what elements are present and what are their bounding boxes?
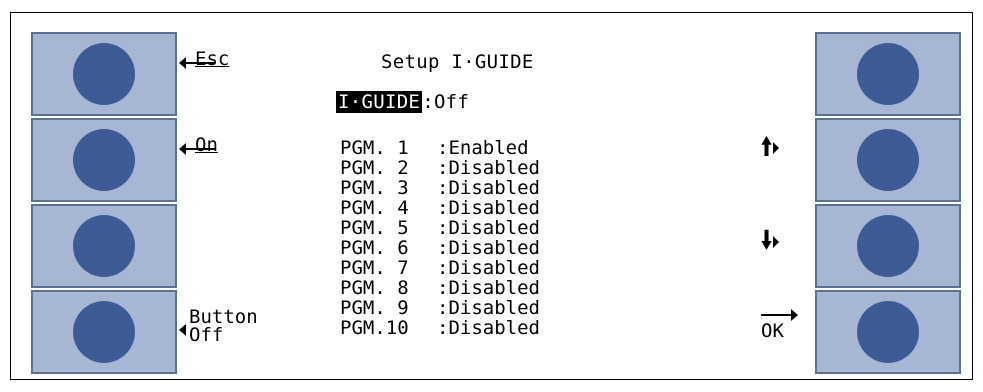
list-item: PGM.10:Disabled [340, 317, 540, 339]
softkey-dot [73, 301, 135, 363]
list-item: PGM. 9:Disabled [340, 297, 540, 319]
right-softkey-column [815, 32, 961, 374]
list-item: PGM. 1:Enabled [340, 137, 529, 159]
ok-label[interactable]: OK [761, 322, 784, 341]
down-arrow-icon[interactable]: 🠛 [760, 228, 780, 254]
softkey-right-3[interactable] [815, 204, 961, 288]
list-item: PGM. 7:Disabled [340, 257, 540, 279]
softkey-right-4[interactable] [815, 290, 961, 374]
list-item: PGM. 4:Disabled [340, 197, 540, 219]
softkey-dot [857, 43, 919, 105]
softkey-dot [857, 301, 919, 363]
i-guide-label: I·GUIDE [336, 91, 423, 113]
page-title: Setup I·GUIDE [381, 51, 534, 73]
button-off-label[interactable]: Button Off [189, 308, 258, 345]
right-pointer-icon [773, 235, 780, 248]
list-item: PGM. 5:Disabled [340, 217, 540, 239]
status-value: Off [433, 91, 470, 113]
up-arrow-icon[interactable]: 🠙 [760, 134, 780, 160]
list-item: PGM. 3:Disabled [340, 177, 540, 199]
ok-overline [761, 314, 791, 316]
status-separator: : [422, 91, 434, 113]
softkey-left-2[interactable] [31, 118, 177, 202]
softkey-left-3[interactable] [31, 204, 177, 288]
softkey-left-4[interactable] [31, 290, 177, 374]
left-arrow-icon [179, 324, 186, 336]
softkey-dot [857, 215, 919, 277]
list-item: PGM. 6:Disabled [340, 237, 540, 259]
lcd-screen: Esc Setup I·GUIDE I·GUIDE:Off On Button … [177, 32, 815, 374]
softkey-dot [73, 215, 135, 277]
right-arrow-icon [791, 309, 798, 321]
program-list: PGM. 1:Enabled PGM. 2:Disabled PGM. 3:Di… [340, 139, 540, 339]
left-softkey-column [31, 32, 177, 374]
list-item: PGM. 8:Disabled [340, 277, 540, 299]
on-label[interactable]: On [195, 136, 218, 155]
right-pointer-icon [773, 141, 780, 154]
softkey-dot [857, 129, 919, 191]
softkey-dot [73, 129, 135, 191]
softkey-dot [73, 43, 135, 105]
list-item: PGM. 2:Disabled [340, 157, 540, 179]
softkey-left-1[interactable] [31, 32, 177, 116]
softkey-right-2[interactable] [815, 118, 961, 202]
esc-label[interactable]: Esc [195, 50, 229, 69]
i-guide-status: I·GUIDE:Off [336, 91, 470, 113]
softkey-right-1[interactable] [815, 32, 961, 116]
